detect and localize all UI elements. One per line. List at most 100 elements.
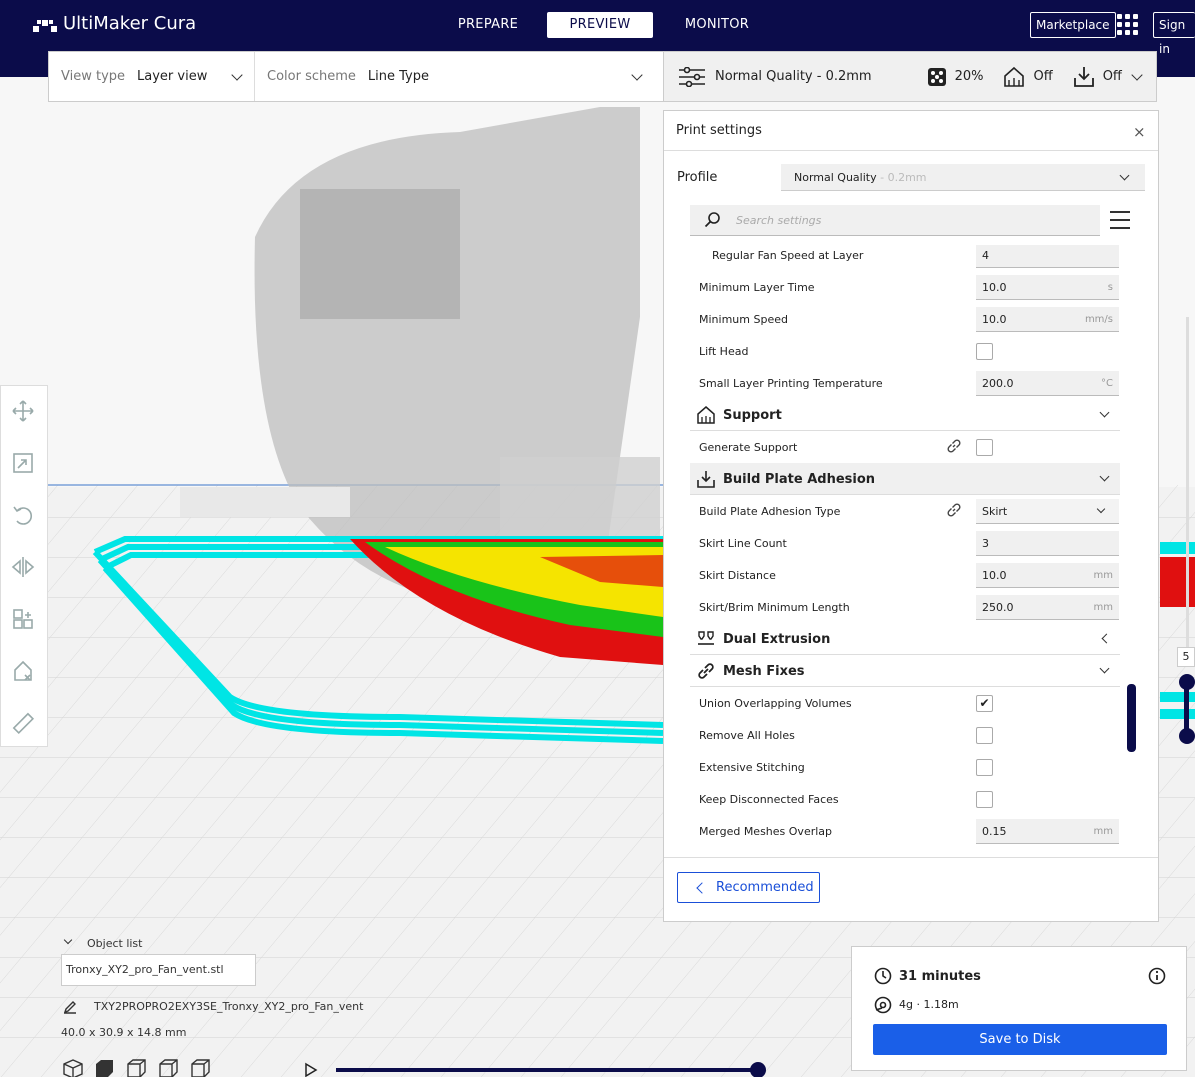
chevron-down-icon [1099,407,1110,418]
category-title: Build Plate Adhesion [723,472,876,487]
generate-support-checkbox[interactable] [976,439,993,456]
color-scheme-value: Line Type [367,69,429,84]
setting-row: Minimum Speed 10.0 mm/s [690,303,1120,335]
close-icon[interactable]: × [1133,123,1146,141]
setting-label: Build Plate Adhesion Type [699,505,841,518]
infill-value: 20% [954,69,984,84]
right-view-icon [191,1059,210,1077]
setting-input[interactable]: 3 [976,531,1119,556]
category-mesh-fixes[interactable]: Mesh Fixes [690,655,1120,687]
chevron-down-icon [1099,663,1110,674]
object-list-item[interactable]: Tronxy_XY2_pro_Fan_vent.stl [61,954,256,986]
sliders-icon [679,66,705,87]
chevron-down-icon [1119,170,1130,181]
profile-select[interactable]: Normal Quality - 0.2mm [781,164,1145,191]
setting-row: Lift Head [690,335,1120,367]
setting-input[interactable]: 250.0 mm [976,595,1119,620]
recommended-label: Recommended [716,880,814,895]
move-icon[interactable] [11,399,35,423]
material-usage: 4g · 1.18m [899,998,959,1011]
setting-label: Skirt Line Count [699,537,787,550]
setting-row: Skirt/Brim Minimum Length 250.0 mm [690,591,1120,623]
divider [664,150,1158,151]
setting-input[interactable]: 10.0 mm [976,563,1119,588]
setting-row: Build Plate Adhesion Type Skirt [690,495,1120,527]
setting-label: Merged Meshes Overlap [699,825,833,838]
timeline-slider[interactable] [300,1060,780,1077]
object-list-title: Object list [87,937,143,950]
chevron-down-icon [631,69,643,81]
recommended-button[interactable]: Recommended [677,872,820,903]
setting-label: Skirt Distance [699,569,776,582]
category-support[interactable]: Support [690,399,1120,431]
material-spool-icon [874,996,892,1014]
keep-disconnected-faces-checkbox[interactable] [976,791,993,808]
top-view-icon [127,1059,146,1077]
rotate-icon[interactable] [11,503,35,527]
profile-layer-height: - 0.2mm [876,171,927,184]
setting-row: Regular Fan Speed at Layer 4 [690,245,1120,271]
measure-icon[interactable] [11,711,35,735]
support-icon [697,406,715,424]
setting-input[interactable]: 4 [976,245,1119,268]
setting-label: Minimum Speed [699,313,788,326]
search-settings-input[interactable]: Search settings [690,205,1100,236]
setting-label: Extensive Stitching [699,761,805,774]
setting-label: Skirt/Brim Minimum Length [699,601,850,614]
profile-label: Profile [677,170,718,185]
dual-extrusion-icon [698,631,714,645]
app-logo: UltiMaker Cura [33,13,196,34]
setting-label: Regular Fan Speed at Layer [712,249,864,262]
scale-icon[interactable] [11,451,35,475]
adhesion-type-select[interactable]: Skirt [976,499,1119,524]
category-dual-extrusion[interactable]: Dual Extrusion [690,623,1120,655]
setting-label: Minimum Layer Time [699,281,815,294]
remove-holes-checkbox[interactable] [976,727,993,744]
category-build-plate-adhesion[interactable]: Build Plate Adhesion [690,463,1120,495]
setting-input[interactable]: 10.0 mm/s [976,307,1119,332]
info-icon[interactable] [1148,967,1166,985]
setting-label: Lift Head [699,345,749,358]
link-icon[interactable] [946,502,962,518]
tab-monitor[interactable]: MONITOR [672,12,762,38]
view-type-select[interactable]: View type Layer view [49,52,255,101]
app-title: UltiMaker Cura [63,13,197,34]
color-scheme-select[interactable]: Color scheme Line Type [255,52,663,101]
tab-preview[interactable]: PREVIEW [547,12,653,38]
setting-input[interactable]: 10.0 s [976,275,1119,300]
extensive-stitching-checkbox[interactable] [976,759,993,776]
mirror-icon[interactable] [11,555,35,579]
support-blocker-icon[interactable] [11,659,35,683]
apps-grid-icon[interactable] [1117,14,1139,36]
search-placeholder: Search settings [736,214,822,227]
category-title: Support [723,408,782,423]
quality-value: Normal Quality - 0.2mm [715,69,872,84]
support-value: Off [1033,69,1053,84]
union-overlapping-checkbox[interactable]: ✔ [976,695,993,712]
settings-menu-icon[interactable] [1110,211,1130,229]
layer-number[interactable]: 5 [1177,647,1195,667]
link-icon[interactable] [946,438,962,454]
setting-input[interactable]: 0.15 mm [976,819,1119,844]
setting-input[interactable]: 200.0 °C [976,371,1119,396]
print-settings-bar[interactable]: Normal Quality - 0.2mm 20% Off Off [663,51,1157,102]
front-view-icon [96,1060,113,1077]
setting-row: Keep Disconnected Faces [690,783,1120,815]
marketplace-button[interactable]: Marketplace [1030,12,1116,38]
chevron-down-icon [231,69,243,81]
mesh-fixes-icon [698,663,714,679]
sign-in-button[interactable]: Sign in [1153,12,1195,56]
pencil-icon[interactable] [63,1000,77,1014]
adhesion-icon [697,471,715,488]
chevron-down-icon[interactable] [1131,69,1143,81]
per-model-settings-icon[interactable] [11,607,35,631]
ultimaker-logo-icon [33,19,57,32]
save-to-disk-button[interactable]: Save to Disk [873,1024,1167,1055]
settings-list[interactable]: Regular Fan Speed at Layer 4 Minimum Lay… [690,245,1120,857]
settings-scrollbar[interactable] [1127,684,1136,752]
setting-row: Extensive Stitching [690,751,1120,783]
tab-prepare[interactable]: PREPARE [447,12,529,38]
tool-bar [0,385,48,747]
setting-row: Generate Support [690,431,1120,463]
lift-head-checkbox[interactable] [976,343,993,360]
